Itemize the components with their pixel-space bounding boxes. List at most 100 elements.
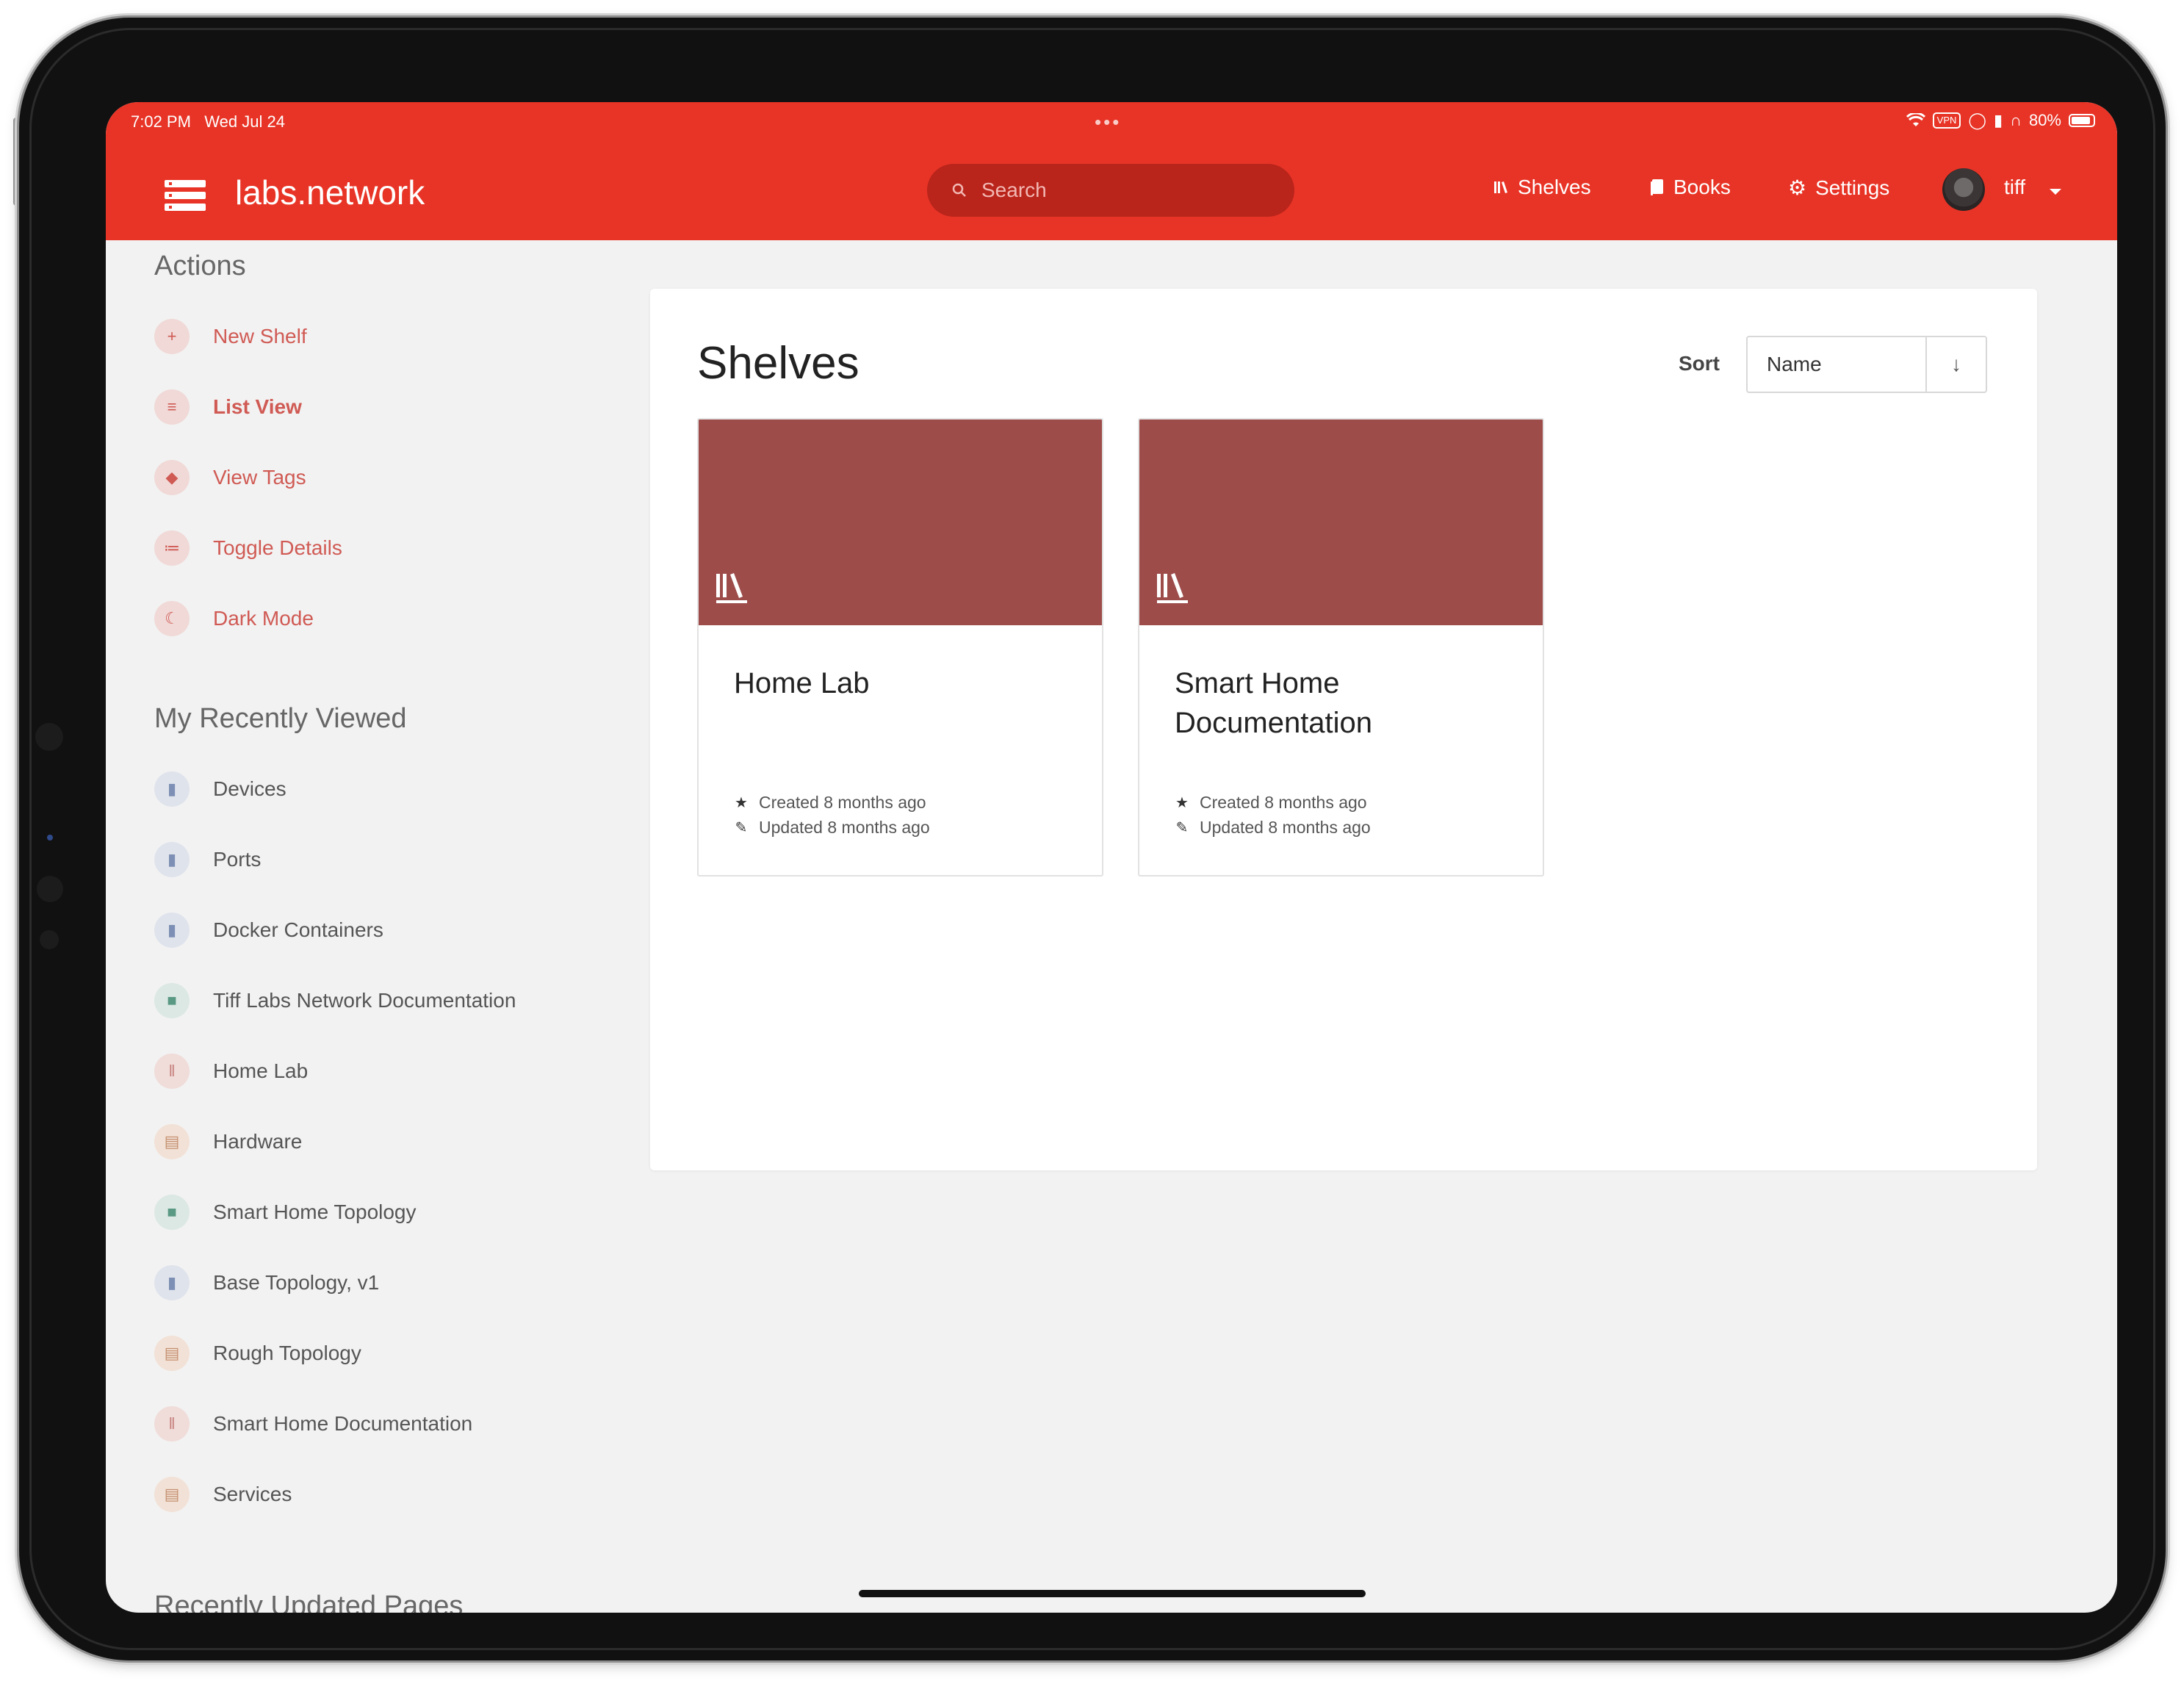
updated-meta: ✎ Updated 8 months ago xyxy=(734,818,930,838)
action-label: List View xyxy=(213,395,302,418)
book-icon: ■ xyxy=(154,1195,190,1230)
lock-rotation-icon: ◯ xyxy=(1968,111,1987,129)
book-icon: ■ xyxy=(154,983,190,1018)
server-logo-icon[interactable] xyxy=(165,180,206,211)
recent-item[interactable]: ▤ Hardware xyxy=(154,1123,302,1160)
recent-item[interactable]: ‖ Home Lab xyxy=(154,1053,308,1090)
nav-settings[interactable]: ⚙ Settings xyxy=(1788,176,1889,200)
search-icon xyxy=(952,183,966,197)
shelf-cover xyxy=(699,420,1102,625)
sort-select[interactable]: Name xyxy=(1748,337,1927,392)
page-icon: ▮ xyxy=(154,771,190,807)
chapter-icon: ▤ xyxy=(154,1477,190,1512)
recent-item-label: Hardware xyxy=(213,1130,303,1153)
recent-item-label: Rough Topology xyxy=(213,1342,361,1364)
updated-meta: ✎ Updated 8 months ago xyxy=(1175,818,1371,838)
list-icon: ≡ xyxy=(154,389,190,425)
page-icon: ▮ xyxy=(154,1265,190,1300)
star-icon: ★ xyxy=(1175,795,1189,811)
plus-icon: + xyxy=(154,319,190,354)
shelves-icon xyxy=(716,573,747,603)
side-button xyxy=(13,118,19,206)
updated-text: Updated 8 months ago xyxy=(759,818,930,837)
action-toggle-details[interactable]: ≔ Toggle Details xyxy=(154,530,342,566)
nav-books-label: Books xyxy=(1673,176,1731,198)
recent-item[interactable]: ■ Smart Home Topology xyxy=(154,1194,417,1231)
multitask-dots[interactable]: ••• xyxy=(1095,111,1121,134)
action-label: Toggle Details xyxy=(213,536,342,559)
shelves-icon xyxy=(1494,181,1507,193)
status-time: 7:02 PM Wed Jul 24 xyxy=(131,112,285,131)
app-header: labs.network Search Shelves Books ⚙ Sett… xyxy=(106,146,2117,240)
status-indicators: VPN ◯ ▮ ∩ 80% xyxy=(1906,111,2095,130)
moon-icon: ☾ xyxy=(154,601,190,636)
avatar[interactable] xyxy=(1942,168,1985,211)
shelf-card[interactable]: Smart Home Documentation ★ Created 8 mon… xyxy=(1138,418,1544,877)
shelves-panel: Shelves Sort Name ↓ Home Lab ★ Created 8… xyxy=(650,289,2037,1170)
created-meta: ★ Created 8 months ago xyxy=(734,793,926,813)
nav-shelves[interactable]: Shelves xyxy=(1493,176,1591,199)
recent-item[interactable]: ■ Tiff Labs Network Documentation xyxy=(154,982,516,1019)
shelf-cover xyxy=(1139,420,1543,625)
recent-item[interactable]: ▮ Ports xyxy=(154,841,261,878)
recent-item-label: Smart Home Topology xyxy=(213,1201,417,1223)
ipad-device-frame: 7:02 PM Wed Jul 24 ••• VPN ◯ ▮ ∩ 80% lab… xyxy=(19,18,2166,1660)
recent-item-label: Smart Home Documentation xyxy=(213,1412,473,1435)
shelf-icon: ‖ xyxy=(154,1406,190,1441)
nav-shelves-label: Shelves xyxy=(1518,176,1591,198)
action-list-view[interactable]: ≡ List View xyxy=(154,389,302,425)
shelf-card[interactable]: Home Lab ★ Created 8 months ago ✎ Update… xyxy=(697,418,1103,877)
battery-icon xyxy=(2069,114,2095,127)
pencil-icon: ✎ xyxy=(1175,820,1189,836)
recent-item-label: Devices xyxy=(213,777,286,800)
gear-icon: ⚙ xyxy=(1788,176,1807,199)
tag-icon: ◆ xyxy=(154,460,190,495)
action-new-shelf[interactable]: + New Shelf xyxy=(154,318,307,355)
shelf-title[interactable]: Home Lab xyxy=(734,663,1080,703)
recent-item-label: Base Topology, v1 xyxy=(213,1271,380,1294)
action-label: New Shelf xyxy=(213,325,307,348)
recent-item[interactable]: ▤ Services xyxy=(154,1476,292,1513)
star-icon: ★ xyxy=(735,795,748,811)
action-dark-mode[interactable]: ☾ Dark Mode xyxy=(154,600,314,637)
brand-name[interactable]: labs.network xyxy=(235,173,425,212)
recent-item[interactable]: ▮ Devices xyxy=(154,771,286,807)
created-text: Created 8 months ago xyxy=(1200,793,1367,812)
search-input[interactable]: Search xyxy=(927,164,1294,217)
created-text: Created 8 months ago xyxy=(759,793,926,812)
user-name[interactable]: tiff xyxy=(2004,176,2025,199)
recent-item[interactable]: ▮ Base Topology, v1 xyxy=(154,1264,379,1301)
nav-books[interactable]: Books xyxy=(1650,176,1731,199)
details-icon: ≔ xyxy=(154,530,190,566)
created-meta: ★ Created 8 months ago xyxy=(1175,793,1367,813)
recently-updated-heading: Recently Updated Pages xyxy=(154,1591,464,1613)
alarm-icon: ▮ xyxy=(1994,111,2003,129)
recent-item-label: Tiff Labs Network Documentation xyxy=(213,989,516,1012)
recent-item-label: Ports xyxy=(213,848,262,871)
wifi-icon xyxy=(1906,113,1925,126)
sensor-dot xyxy=(47,835,53,840)
sort-direction-button[interactable]: ↓ xyxy=(1927,337,1986,392)
status-bar: 7:02 PM Wed Jul 24 ••• VPN ◯ ▮ ∩ 80% xyxy=(106,102,2117,146)
recently-viewed-heading: My Recently Viewed xyxy=(154,703,407,734)
nav-settings-label: Settings xyxy=(1815,176,1890,199)
action-view-tags[interactable]: ◆ View Tags xyxy=(154,459,306,496)
chapter-icon: ▤ xyxy=(154,1336,190,1371)
camera-dot xyxy=(37,876,63,902)
recent-item[interactable]: ▤ Rough Topology xyxy=(154,1335,361,1372)
shelf-title[interactable]: Smart Home Documentation xyxy=(1175,663,1521,743)
screen: 7:02 PM Wed Jul 24 ••• VPN ◯ ▮ ∩ 80% lab… xyxy=(106,102,2117,1613)
book-icon xyxy=(1651,179,1663,195)
chevron-down-icon[interactable] xyxy=(2050,189,2061,195)
shelves-icon xyxy=(1157,573,1188,603)
recent-item[interactable]: ▮ Docker Containers xyxy=(154,912,383,949)
pencil-icon: ✎ xyxy=(735,820,748,836)
action-label: View Tags xyxy=(213,466,306,489)
recent-item[interactable]: ‖ Smart Home Documentation xyxy=(154,1405,472,1442)
home-indicator[interactable] xyxy=(859,1590,1366,1597)
recent-item-label: Docker Containers xyxy=(213,918,383,941)
page-icon: ▮ xyxy=(154,913,190,948)
recent-item-label: Home Lab xyxy=(213,1059,309,1082)
actions-heading: Actions xyxy=(154,251,246,281)
sort-label: Sort xyxy=(1679,352,1720,375)
